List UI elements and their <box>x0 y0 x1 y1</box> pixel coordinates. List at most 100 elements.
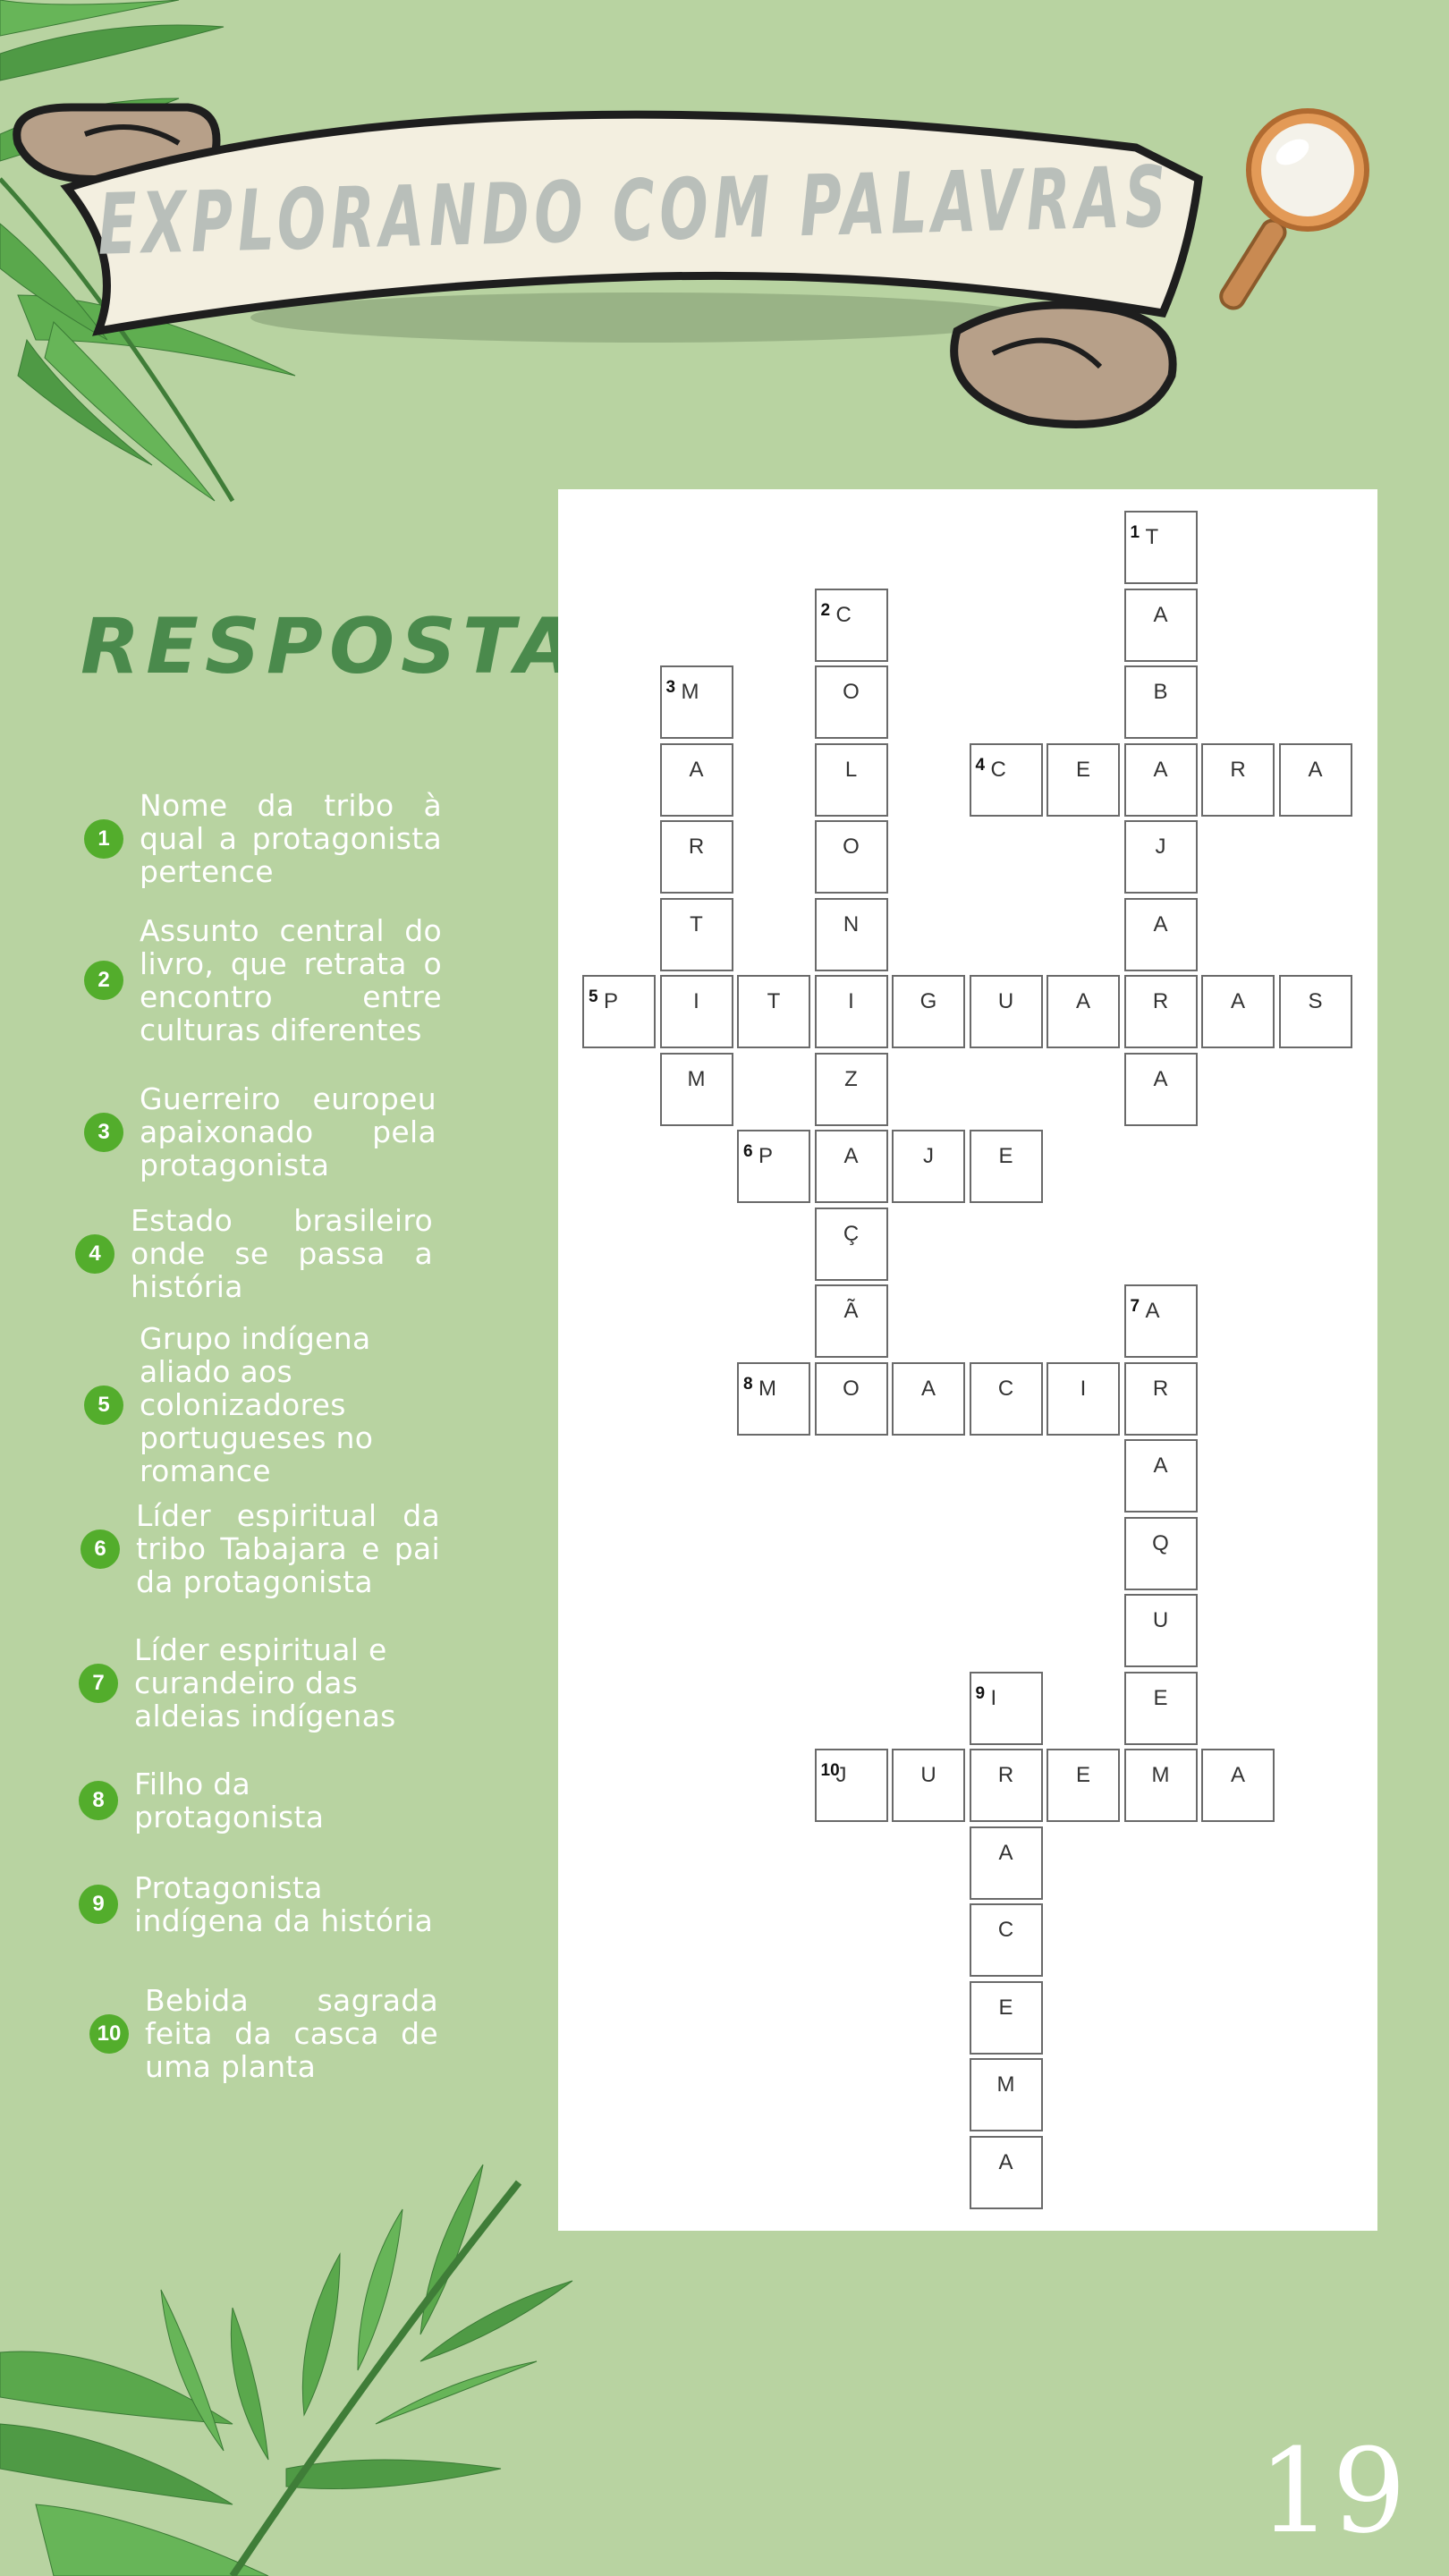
crossword-letter: I <box>1080 1376 1087 1401</box>
crossword-cell: A <box>1046 975 1120 1048</box>
crossword-cell: S <box>1278 975 1352 1048</box>
clue-8: 8 Filho da protagonista <box>79 1767 436 1834</box>
crossword-cell: C <box>969 1361 1043 1436</box>
crossword-cell: Q <box>1123 1516 1198 1590</box>
clue-1: 1 Nome da tribo à qual a protagonista pe… <box>84 789 442 888</box>
clue-text: Líder espiritual da tribo Tabajara e pai… <box>136 1498 440 1599</box>
crossword-cell: A <box>814 1130 888 1203</box>
crossword-letter: A <box>1153 602 1168 627</box>
crossword-cell: R <box>1123 1361 1198 1436</box>
crossword-cell: A <box>1278 742 1352 817</box>
crossword-cell: E <box>1046 742 1120 817</box>
clue-text: Nome da tribo à qual a protagonista pert… <box>140 788 442 889</box>
crossword-letter: Ç <box>843 1221 860 1246</box>
crossword-cell: 5P <box>582 975 656 1048</box>
crossword-letter: B <box>1153 680 1168 704</box>
crossword-cell: 6P <box>737 1130 810 1203</box>
crossword-letter: U <box>997 989 1014 1013</box>
clue-number-badge: 8 <box>79 1781 118 1820</box>
crossword-letter: Q <box>1152 1530 1169 1555</box>
clue-text: Líder espiritual e curandeiro das aldeia… <box>134 1632 396 1733</box>
crossword-cell: U <box>892 1749 965 1822</box>
crossword-letter: R <box>1152 1376 1169 1401</box>
crossword-letter: C <box>997 1918 1014 1942</box>
clue-10: 10 Bebida sagrada feita da casca de uma … <box>89 1984 438 2083</box>
crossword-cell: A <box>1123 742 1198 817</box>
crossword-letter: A <box>1230 1763 1245 1787</box>
clue-7: 7 Líder espiritual e curandeiro das alde… <box>79 1633 436 1733</box>
crossword-letter: E <box>998 1995 1013 2020</box>
crossword-letter: A <box>1153 1453 1168 1478</box>
crossword-letter: E <box>1075 757 1090 782</box>
crossword-cell: R <box>1201 742 1275 817</box>
clue-number-badge: 3 <box>84 1112 123 1152</box>
crossword-cell: R <box>659 820 733 894</box>
answers-heading: RESPOSTAS <box>80 602 643 691</box>
clue-number-label: 7 <box>1130 1297 1140 1316</box>
crossword-cell: 2C <box>814 588 888 662</box>
crossword-cell: A <box>1201 975 1275 1048</box>
crossword-cell: A <box>1123 897 1198 971</box>
crossword-cell: B <box>1123 665 1198 739</box>
crossword-letter: U <box>1152 1608 1169 1632</box>
crossword-letter: J <box>923 1144 934 1168</box>
crossword-cell: 3M <box>659 665 733 739</box>
clue-6: 6 Líder espiritual da tribo Tabajara e p… <box>80 1499 440 1598</box>
crossword-cell: O <box>814 820 888 894</box>
crossword-letter: O <box>843 835 860 859</box>
clue-2: 2 Assunto central do livro, que retrata … <box>84 914 442 1046</box>
crossword-cell: A <box>969 1826 1043 1900</box>
crossword-cell: Ç <box>814 1207 888 1281</box>
crossword-letter: A <box>1153 911 1168 936</box>
crossword-letter: L <box>844 757 858 782</box>
crossword-cell: J <box>892 1130 965 1203</box>
crossword-letter: A <box>689 757 704 782</box>
crossword-letter: S <box>1308 989 1323 1013</box>
crossword-letter: I <box>990 1685 997 1710</box>
crossword-cell: M <box>659 1052 733 1126</box>
crossword-letter: C <box>835 602 852 627</box>
crossword-cell: O <box>814 1361 888 1436</box>
crossword-cell: 9I <box>969 1671 1043 1745</box>
crossword-cell: R <box>969 1749 1043 1822</box>
crossword-cell: T <box>659 897 733 971</box>
crossword-letter: A <box>998 1840 1013 1865</box>
crossword-cell: T <box>737 975 810 1048</box>
crossword-letter: Ã <box>843 1299 859 1323</box>
clue-number-badge: 1 <box>84 818 123 859</box>
crossword-letter: E <box>1153 1685 1168 1710</box>
crossword-cell: L <box>814 742 888 817</box>
clue-text: Grupo indígena aliado aos colonizadores … <box>140 1321 374 1488</box>
clue-4: 4 Estado brasileiro onde se passa a hist… <box>75 1204 433 1303</box>
crossword-letter: O <box>843 680 860 704</box>
crossword-letter: P <box>604 989 619 1013</box>
crossword-letter: A <box>1075 989 1090 1013</box>
crossword-letter: M <box>1151 1763 1170 1787</box>
crossword-cell: R <box>1123 975 1198 1048</box>
crossword-cell: A <box>659 742 733 817</box>
crossword-letter: A <box>843 1144 859 1168</box>
clue-number-badge: 9 <box>79 1885 118 1924</box>
clue-text: Filho da protagonista <box>134 1767 325 1835</box>
crossword-cell: E <box>969 1130 1043 1203</box>
magnifying-glass-icon <box>1219 108 1369 310</box>
crossword-cell: A <box>1123 588 1198 662</box>
clue-number-label: 8 <box>743 1374 753 1394</box>
clue-number-label: 9 <box>975 1683 986 1703</box>
clue-5: 5 Grupo indígena aliado aos colonizadore… <box>84 1322 424 1487</box>
crossword-letter: A <box>1153 1066 1168 1091</box>
crossword-cell: M <box>1123 1749 1198 1822</box>
crossword-cell: U <box>969 975 1043 1048</box>
crossword-letter: G <box>919 989 937 1013</box>
crossword-letter: C <box>997 1376 1014 1401</box>
clue-9: 9 Protagonista indígena da história <box>79 1871 436 1937</box>
crossword-cell: E <box>1123 1671 1198 1745</box>
clue-number-badge: 4 <box>75 1233 114 1274</box>
crossword-cell: M <box>969 2058 1043 2131</box>
crossword-cell: U <box>1123 1594 1198 1667</box>
crossword-cell: Z <box>814 1052 888 1126</box>
clue-number-label: 6 <box>743 1142 753 1161</box>
crossword-cell: 8M <box>737 1361 810 1436</box>
crossword-letter: A <box>1230 989 1245 1013</box>
crossword-letter: A <box>1145 1299 1160 1323</box>
